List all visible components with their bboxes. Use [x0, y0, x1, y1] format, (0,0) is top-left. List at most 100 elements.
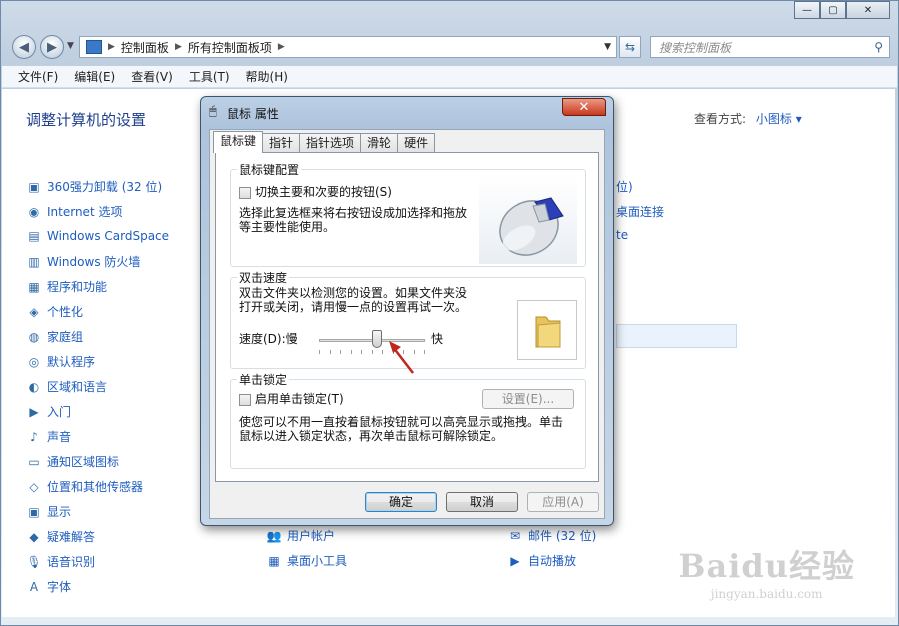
clicklock-checkbox[interactable]: 启用单击锁定(T)	[239, 392, 344, 406]
forward-button[interactable]: ▶	[40, 35, 64, 59]
cp-item[interactable]: A 字体	[26, 578, 71, 595]
tab-hardware[interactable]: 硬件	[397, 133, 436, 153]
checkbox-label: 启用单击锁定(T)	[255, 392, 344, 406]
menu-help[interactable]: 帮助(H)	[246, 68, 288, 85]
refresh-button[interactable]: ⇆	[619, 36, 641, 58]
dblclick-desc-line1: 双击文件夹以检测您的设置。如果文件夹没	[239, 286, 468, 300]
cp-item[interactable]: ♪ 声音	[26, 428, 71, 445]
view-by-dropdown[interactable]: 小图标 ▾	[756, 112, 802, 126]
search-input[interactable]: 搜索控制面板 ⚲	[650, 36, 890, 58]
cp-item[interactable]: ▭ 通知区域图标	[26, 453, 119, 470]
cp-item[interactable]: ▤ Windows CardSpace	[26, 228, 169, 244]
refresh-icon: ⇆	[624, 40, 636, 54]
clicklock-settings-button[interactable]: 设置(E)...	[482, 389, 574, 409]
menu-file[interactable]: 文件(F)	[18, 68, 58, 85]
cp-item-partial[interactable]: te	[616, 228, 628, 242]
swap-buttons-checkbox[interactable]: 切换主要和次要的按钮(S)	[239, 185, 392, 199]
cp-item[interactable]: ▦ 程序和功能	[26, 278, 107, 295]
history-dropdown-icon[interactable]: ▼	[67, 41, 74, 51]
cp-item[interactable]: ▣ 显示	[26, 503, 71, 520]
search-placeholder: 搜索控制面板	[659, 40, 732, 55]
cp-item-label: Windows CardSpace	[47, 229, 170, 243]
test-folder-box[interactable]	[517, 300, 577, 360]
mouse-image-icon	[499, 197, 564, 256]
swap-desc-line1: 选择此复选框来将右按钮设成加选择和拖放	[239, 206, 468, 220]
folder-icon[interactable]	[518, 301, 578, 361]
annotation-arrow-icon	[389, 341, 414, 374]
cp-item[interactable]: 🎙 语音识别	[26, 553, 95, 570]
cancel-button[interactable]: 取消	[446, 492, 518, 512]
tab-wheel[interactable]: 滑轮	[360, 133, 399, 153]
tab-pointer-options[interactable]: 指针选项	[299, 133, 362, 153]
tab-panel-buttons: 鼠标键配置 切换主要和次要的按钮(S) 选择此复选框来将右按钮设成加选择和拖放 …	[215, 152, 599, 482]
dialog-close-button[interactable]: ✕	[562, 98, 606, 116]
cp-item[interactable]: ◇ 位置和其他传感器	[26, 478, 143, 495]
group-click-lock: 单击锁定 启用单击锁定(T) 设置(E)... 使您可以不用一直按着鼠标按钮就可…	[230, 371, 586, 469]
slider-thumb[interactable]	[372, 330, 382, 348]
watermark-url: jingyan.baidu.com	[710, 587, 823, 601]
checkbox-box[interactable]	[239, 186, 251, 199]
checkbox-box[interactable]	[239, 393, 251, 406]
speed-label-fast: 快	[431, 332, 444, 346]
close-button[interactable]: ✕	[846, 1, 890, 19]
cp-item-icon: ▭	[28, 454, 40, 469]
address-dropdown-icon[interactable]: ▼	[604, 42, 611, 52]
cp-item-partial[interactable]: 位)	[616, 178, 633, 195]
tab-pointers[interactable]: 指针	[262, 133, 301, 153]
hover-highlight	[616, 324, 737, 348]
address-bar[interactable]: ▶ 控制面板 ▶ 所有控制面板项 ▶ ▼	[79, 36, 617, 58]
apply-button[interactable]: 应用(A)	[527, 492, 599, 512]
menu-view[interactable]: 查看(V)	[131, 68, 173, 85]
cp-item-label: 区域和语言	[47, 380, 108, 394]
autoplay-icon: ▶	[510, 553, 520, 568]
cp-item[interactable]: ▶ 入门	[26, 403, 71, 420]
search-icon[interactable]: ⚲	[874, 40, 883, 54]
cp-item-icon: ◍	[28, 329, 40, 344]
slider-tick	[351, 350, 352, 354]
cp-item-user-accounts[interactable]: 👥 用户帐户	[266, 527, 336, 544]
cp-item-icon: ◆	[29, 529, 39, 544]
breadcrumb-separator-icon: ▶	[108, 42, 115, 52]
ok-button[interactable]: 确定	[365, 492, 437, 512]
group-label: 鼠标键配置	[237, 161, 302, 178]
back-button[interactable]: ◀	[12, 35, 36, 59]
breadcrumb-separator-icon: ▶	[174, 42, 182, 52]
cp-item-icon: ▥	[28, 254, 40, 269]
cp-item[interactable]: ◉ Internet 选项	[26, 203, 123, 220]
cp-item-icon: A	[29, 579, 39, 594]
cp-item[interactable]: ◈ 个性化	[26, 303, 83, 320]
maximize-button[interactable]: ▢	[820, 1, 846, 19]
cp-item-label: 位置和其他传感器	[47, 480, 144, 494]
cp-item[interactable]: ▥ Windows 防火墙	[26, 253, 140, 270]
cp-item-autoplay[interactable]: ▶ 自动播放	[507, 552, 576, 569]
mouse-pointer-icon: 🖱	[209, 104, 217, 119]
cp-item-label: 默认程序	[47, 355, 96, 369]
menu-edit[interactable]: 编辑(E)	[74, 68, 115, 85]
mouse-illustration	[479, 176, 577, 264]
gadgets-icon: ▦	[268, 553, 280, 568]
cp-item-mail[interactable]: ✉ 邮件 (32 位)	[507, 527, 596, 544]
breadcrumb-control-panel[interactable]: 控制面板	[121, 39, 169, 56]
cp-item-partial[interactable]: 桌面连接	[616, 203, 664, 220]
cp-item-label: 语音识别	[47, 555, 96, 569]
slider-tick	[319, 350, 320, 354]
cp-item[interactable]: ▣ 360强力卸载 (32 位)	[26, 178, 162, 195]
cp-item[interactable]: ◆ 疑难解答	[26, 528, 95, 545]
minimize-button[interactable]: —	[794, 1, 820, 19]
cp-item[interactable]: ◍ 家庭组	[26, 328, 83, 345]
breadcrumb-all-items[interactable]: 所有控制面板项	[188, 39, 272, 56]
slider-tick	[372, 350, 373, 354]
tab-buttons[interactable]: 鼠标键	[213, 131, 264, 153]
cp-item-gadgets[interactable]: ▦ 桌面小工具	[266, 552, 347, 569]
cp-item-label: 通知区域图标	[47, 455, 120, 469]
cp-item[interactable]: ◐ 区域和语言	[26, 378, 107, 395]
menu-tools[interactable]: 工具(T)	[189, 68, 230, 85]
checkbox-label: 切换主要和次要的按钮(S)	[255, 185, 392, 199]
slider-tick	[424, 350, 425, 354]
view-by-label: 查看方式:	[694, 112, 747, 126]
watermark-logo: Baidu经验	[678, 547, 855, 585]
cp-item[interactable]: ◎ 默认程序	[26, 353, 95, 370]
user-accounts-icon: 👥	[266, 528, 282, 543]
breadcrumb-separator-icon: ▶	[277, 42, 285, 52]
cp-item-label: 疑难解答	[47, 530, 96, 544]
